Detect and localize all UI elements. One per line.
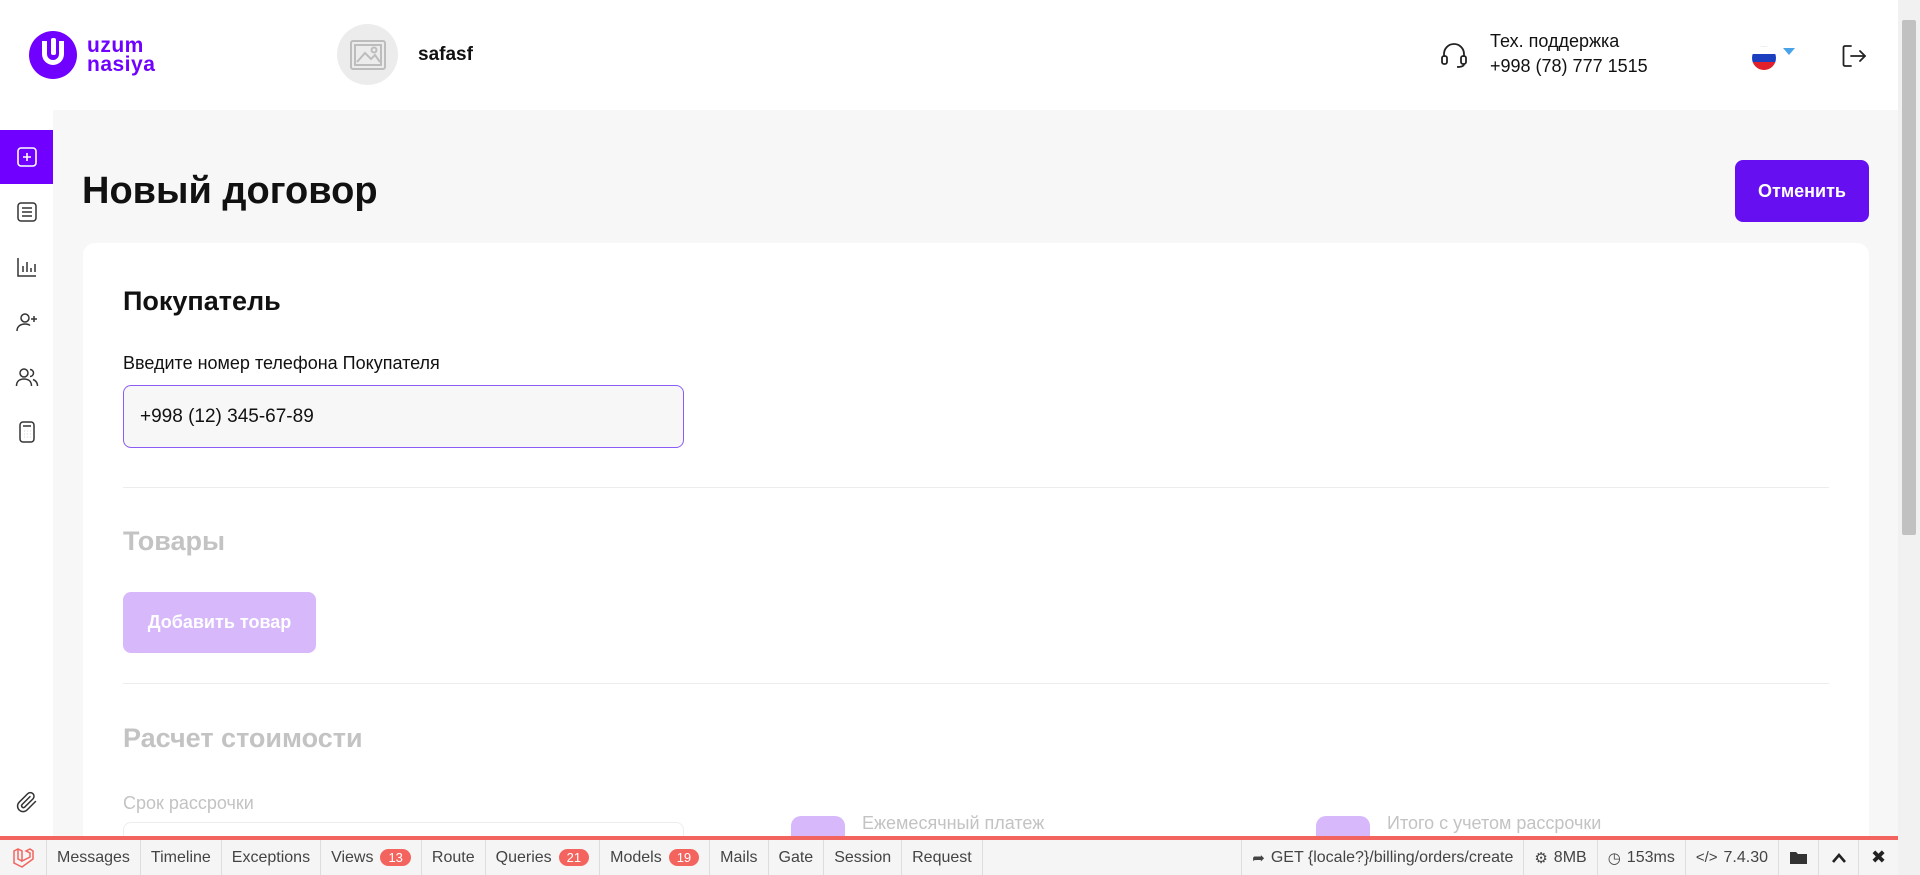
count-badge: 21 (558, 849, 590, 866)
calculator-icon (18, 421, 35, 443)
cancel-button[interactable]: Отменить (1735, 160, 1869, 222)
headset-icon (1441, 43, 1467, 68)
debug-php-text: 7.4.30 (1723, 848, 1768, 866)
uzum-nasiya-logo[interactable]: uzum nasiya (29, 31, 155, 79)
contract-form-card: Покупатель Введите номер телефона Покупа… (83, 243, 1869, 875)
chevron-up-icon[interactable] (1818, 840, 1858, 875)
logout-icon[interactable] (1840, 42, 1868, 70)
code-icon: </> (1695, 849, 1718, 866)
debug-tab-route[interactable]: Route (422, 840, 486, 875)
logo-text: uzum nasiya (87, 35, 156, 76)
installment-term-label: Срок рассрочки (123, 793, 254, 813)
debug-time-text: 153ms (1626, 848, 1675, 866)
monthly-payment-label: Ежемесячный платеж (862, 813, 1045, 833)
sidebar (0, 110, 53, 865)
sidebar-item-clients[interactable] (0, 350, 53, 404)
sidebar-item-attachments[interactable] (0, 775, 53, 829)
list-icon (16, 202, 37, 222)
debug-tab-gate[interactable]: Gate (769, 840, 825, 875)
support-label: Тех. поддержка (1490, 31, 1620, 51)
debugbar: Messages Timeline Exceptions Views 13 Rou… (0, 836, 1898, 875)
divider (123, 683, 1829, 684)
debug-tab-mails[interactable]: Mails (710, 840, 769, 875)
paperclip-icon (16, 791, 36, 813)
debug-tab-label: Exceptions (231, 848, 311, 866)
avatar[interactable] (337, 24, 398, 85)
debug-tab-label: Mails (720, 848, 758, 866)
debug-tab-label: Session (834, 848, 892, 866)
debug-route[interactable]: ➦ GET {locale?}/billing/orders/create (1241, 840, 1523, 875)
support-phone[interactable]: +998 (78) 777 1515 (1490, 56, 1648, 77)
goods-section-title: Товары (123, 526, 226, 556)
count-badge: 19 (668, 849, 700, 866)
debug-tab-session[interactable]: Session (824, 840, 903, 875)
username[interactable]: safasf (418, 44, 473, 66)
debug-tab-label: Request (912, 848, 972, 866)
buyer-phone-input[interactable] (123, 385, 684, 448)
total-icon (1316, 816, 1370, 836)
bar-chart-icon (16, 258, 36, 277)
sidebar-item-contracts[interactable] (0, 185, 53, 239)
sidebar-item-analytics[interactable] (0, 240, 53, 294)
debug-tab-label: Route (431, 848, 475, 866)
debug-tab-label: Timeline (150, 848, 211, 866)
scrollbar-thumb[interactable] (1902, 20, 1916, 535)
russian-flag-icon[interactable] (1752, 46, 1776, 70)
cost-calculation-title: Расчет стоимости (123, 723, 363, 753)
logo-line2: nasiya (87, 53, 156, 76)
debugbar-status: ➦ GET {locale?}/billing/orders/create ⚙ 8M… (1241, 840, 1898, 875)
debug-tab-label: Gate (778, 848, 814, 866)
add-product-button[interactable]: Добавить товар (123, 592, 316, 653)
users-icon (15, 368, 38, 387)
logo-mark-icon (29, 31, 77, 79)
sidebar-item-add-client[interactable] (0, 295, 53, 349)
user-plus-icon (15, 313, 37, 332)
monthly-payment-icon (791, 816, 845, 836)
debugbar-tabs: Messages Timeline Exceptions Views 13 Rou… (47, 840, 983, 875)
scrollbar[interactable] (1898, 0, 1920, 875)
debug-tab-views[interactable]: Views 13 (321, 840, 422, 875)
debug-tab-request[interactable]: Request (902, 840, 983, 875)
chevron-down-icon[interactable] (1783, 48, 1795, 55)
debug-memory-text: 8MB (1553, 848, 1587, 866)
debug-tab-messages[interactable]: Messages (47, 840, 141, 875)
phone-field-label: Введите номер телефона Покупателя (123, 353, 440, 373)
share-arrow-icon: ➦ (1252, 849, 1265, 867)
top-header: uzum nasiya safasf Тех. поддержка +998 (… (0, 0, 1898, 110)
count-badge: 13 (380, 849, 411, 866)
debug-tab-label: Models (610, 848, 662, 866)
clock-icon: ◷ (1607, 849, 1621, 867)
debug-tab-label: Views (331, 848, 374, 866)
image-placeholder-icon (349, 39, 386, 70)
close-icon[interactable]: ✖ (1858, 840, 1898, 875)
sidebar-item-new-contract[interactable] (0, 130, 53, 184)
divider (123, 487, 1829, 488)
debug-memory: ⚙ 8MB (1523, 840, 1596, 875)
debug-php-version: </> 7.4.30 (1684, 840, 1778, 875)
debug-tab-exceptions[interactable]: Exceptions (222, 840, 322, 875)
debug-tab-timeline[interactable]: Timeline (141, 840, 222, 875)
total-with-installment-label: Итого с учетом рассрочки (1387, 813, 1602, 833)
laravel-logo-icon[interactable] (0, 840, 47, 875)
plus-square-icon (16, 147, 37, 167)
debug-tab-models[interactable]: Models 19 (600, 840, 711, 875)
sidebar-item-calculator[interactable] (0, 405, 53, 459)
folder-icon[interactable] (1778, 840, 1818, 875)
debug-tab-queries[interactable]: Queries 21 (486, 840, 601, 875)
debug-time[interactable]: ◷ 153ms (1596, 840, 1685, 875)
debug-tab-label: Queries (495, 848, 552, 866)
debug-tab-label: Messages (57, 848, 130, 866)
page-title: Новый договор (82, 170, 378, 212)
cogs-icon: ⚙ (1534, 849, 1548, 867)
buyer-section-title: Покупатель (123, 286, 281, 316)
debug-route-text: GET {locale?}/billing/orders/create (1270, 848, 1514, 866)
